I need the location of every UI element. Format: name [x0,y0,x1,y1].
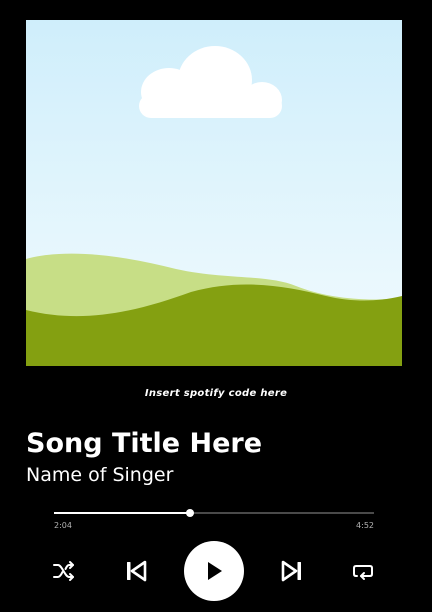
album-artwork [26,20,402,366]
repeat-icon [353,565,373,580]
next-button[interactable] [278,558,306,584]
landscape-artwork [26,20,402,366]
total-time: 4:52 [356,521,374,530]
progress-bar[interactable] [54,509,374,517]
singer-name: Name of Singer [26,464,174,486]
skip-next-icon [281,560,301,582]
spotify-code-placeholder: Insert spotify code here [144,388,288,399]
progress-fill [54,512,190,514]
shuffle-icon [53,561,74,581]
play-icon [208,562,222,580]
skip-previous-icon [127,560,147,582]
elapsed-time: 2:04 [54,521,72,530]
shuffle-button[interactable] [50,558,78,584]
song-title: Song Title Here [26,428,263,459]
previous-button[interactable] [122,558,150,584]
play-button[interactable] [184,541,244,601]
progress-knob[interactable] [186,509,194,517]
repeat-button[interactable] [349,558,377,584]
